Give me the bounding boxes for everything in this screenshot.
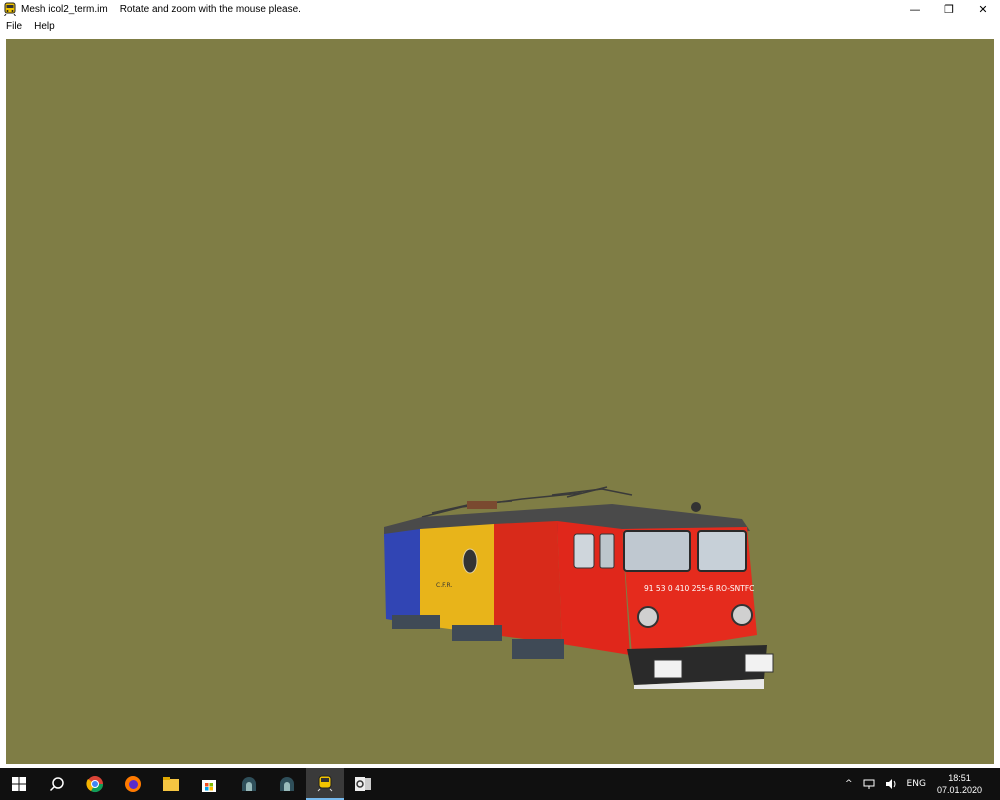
top-light bbox=[691, 502, 701, 512]
firefox-icon[interactable] bbox=[114, 768, 152, 800]
chrome-icon[interactable] bbox=[76, 768, 114, 800]
body-blue-section bbox=[384, 529, 420, 625]
train-app-icon bbox=[4, 2, 16, 16]
outlook-icon[interactable] bbox=[344, 768, 382, 800]
search-icon[interactable] bbox=[38, 768, 76, 800]
windows-start-icon[interactable] bbox=[0, 768, 38, 800]
3d-viewport[interactable]: C.F.R. 91 53 0 410 255-6 RO-SNTFC bbox=[6, 39, 994, 764]
body-red-section bbox=[494, 521, 562, 644]
menu-help[interactable]: Help bbox=[34, 21, 55, 32]
side-window-2 bbox=[599, 533, 615, 569]
close-button[interactable]: ✕ bbox=[966, 0, 1000, 18]
clock-date: 07.01.2020 bbox=[936, 785, 982, 795]
headlight-right bbox=[731, 604, 753, 626]
tunnel-app-icon-2[interactable] bbox=[268, 768, 306, 800]
menu-file[interactable]: File bbox=[6, 21, 22, 32]
locomotive-model: C.F.R. 91 53 0 410 255-6 RO-SNTFC bbox=[384, 486, 774, 689]
loco-number: 91 53 0 410 255-6 RO-SNTFC bbox=[644, 584, 754, 593]
windshield-right bbox=[697, 530, 747, 572]
window-title: Mesh icol2_term.im bbox=[21, 3, 108, 15]
taskbar: ^ ENG 18:51 07.01.2020 bbox=[0, 768, 1000, 800]
file-explorer-icon[interactable] bbox=[152, 768, 190, 800]
headlight-left bbox=[637, 606, 659, 628]
tray-chevron-icon[interactable]: ^ bbox=[845, 779, 853, 789]
clock[interactable]: 18:51 07.01.2020 bbox=[937, 772, 982, 796]
menu-bar: File Help bbox=[0, 18, 1000, 34]
cfr-logo-text: C.F.R. bbox=[436, 582, 452, 589]
store-icon[interactable] bbox=[190, 768, 228, 800]
volume-icon[interactable] bbox=[885, 778, 897, 790]
minimize-button[interactable]: — bbox=[898, 0, 932, 18]
system-tray: ^ ENG 18:51 07.01.2020 bbox=[840, 768, 1000, 800]
roof-box bbox=[467, 501, 497, 509]
title-bar: Mesh icol2_term.im Rotate and zoom with … bbox=[0, 0, 1000, 18]
clock-time: 18:51 bbox=[948, 773, 971, 783]
tunnel-app-icon[interactable] bbox=[230, 768, 268, 800]
window-controls: — ❐ ✕ bbox=[898, 0, 1000, 18]
buffer-left bbox=[653, 659, 683, 679]
side-window bbox=[573, 533, 595, 569]
train-app-icon[interactable] bbox=[306, 768, 344, 800]
language-indicator[interactable]: ENG bbox=[907, 779, 926, 789]
buffer-right bbox=[744, 653, 774, 673]
network-icon[interactable] bbox=[863, 778, 875, 790]
window-hint: Rotate and zoom with the mouse please. bbox=[119, 3, 301, 15]
emblem bbox=[462, 548, 478, 574]
restore-button[interactable]: ❐ bbox=[932, 0, 966, 18]
windshield-left bbox=[623, 530, 691, 572]
